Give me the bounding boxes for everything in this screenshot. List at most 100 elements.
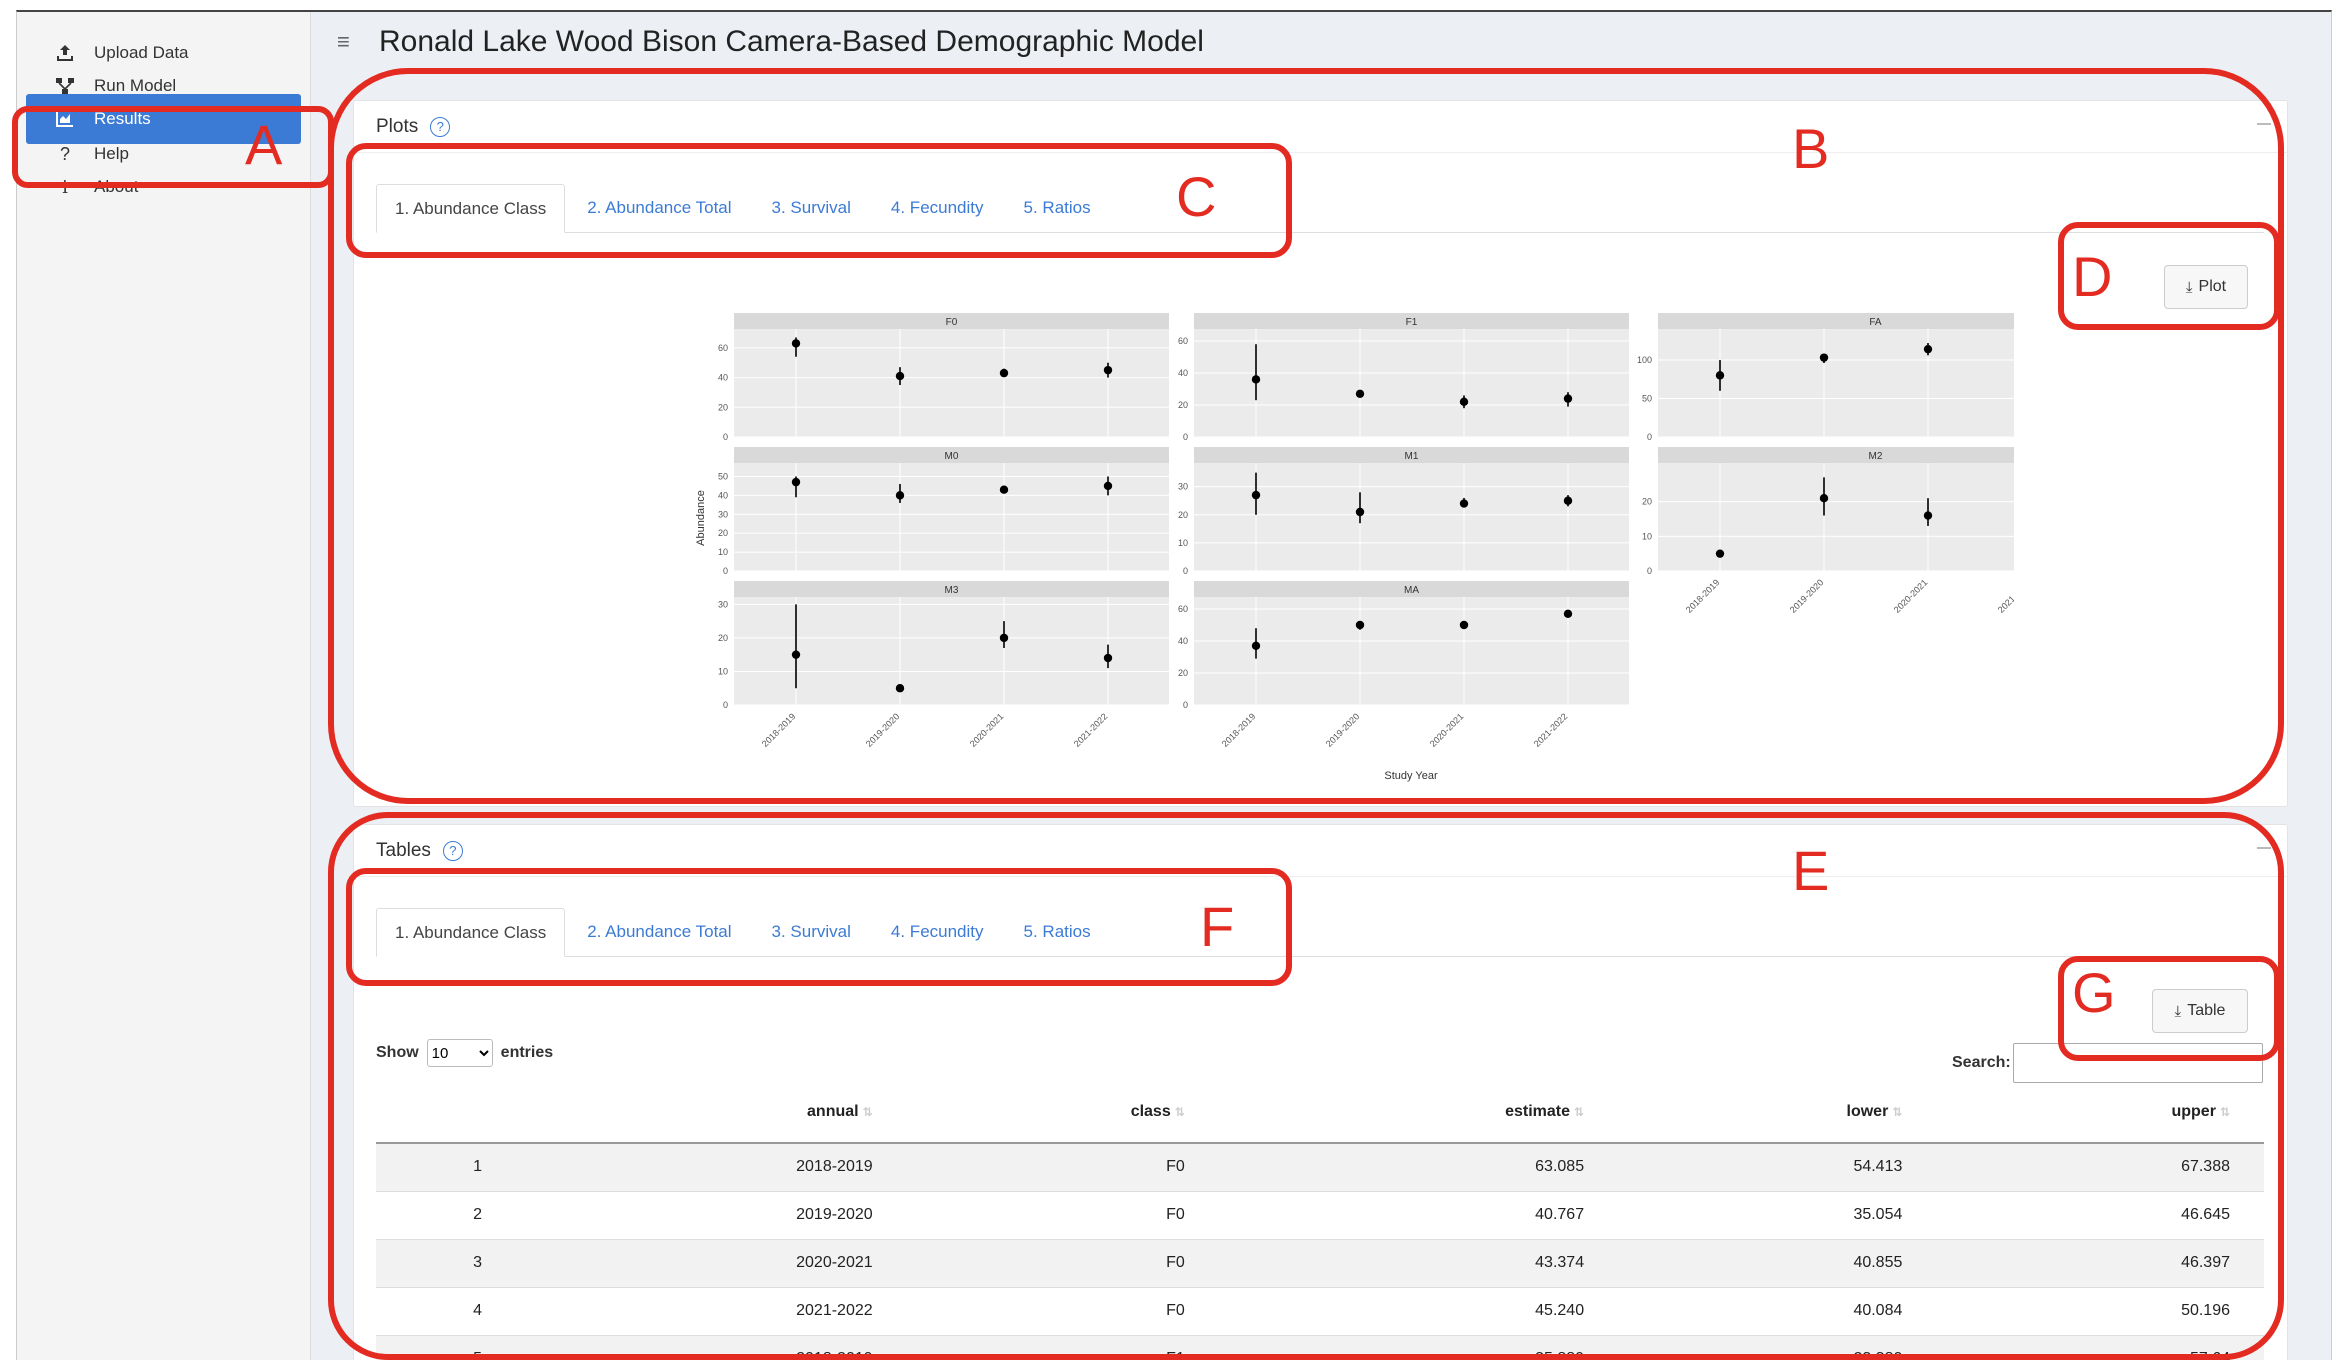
facet-strip bbox=[1658, 447, 2014, 463]
x-tick-label: 2018-2019 bbox=[1220, 711, 1258, 749]
table-cell-estimate: 63.085 bbox=[1218, 1143, 1619, 1192]
tab-survival[interactable]: 3. Survival bbox=[754, 184, 869, 232]
y-tick-label: 20 bbox=[718, 528, 728, 538]
search-input[interactable] bbox=[2013, 1043, 2263, 1083]
y-tick-label: 40 bbox=[718, 373, 728, 383]
data-point bbox=[1563, 496, 1573, 505]
sidebar-item-label: Help bbox=[94, 144, 129, 163]
table-row: 1 2018-2019 F0 63.085 54.413 67.388 bbox=[376, 1143, 2264, 1192]
collapse-icon[interactable] bbox=[2257, 123, 2271, 125]
results-table: annual ⇅ class ⇅ estimate ⇅ lower ⇅ upper ⇅ 1… bbox=[376, 1081, 2264, 1360]
sort-icon: ⇅ bbox=[2219, 1104, 2230, 1119]
data-point bbox=[1251, 490, 1261, 500]
entries-label: entries bbox=[500, 1044, 554, 1061]
download-icon: ⤓ bbox=[2174, 1002, 2182, 1020]
data-point bbox=[791, 650, 801, 659]
tables-box-title: Tables bbox=[376, 839, 431, 861]
tab-abundance-class[interactable]: 1. Abundance Class bbox=[376, 908, 566, 957]
plots-box-title: Plots bbox=[376, 115, 419, 137]
y-tick-label: 50 bbox=[1642, 393, 1652, 403]
data-point bbox=[1563, 609, 1573, 618]
x-tick-label: 2019-2020 bbox=[1324, 711, 1362, 749]
table-cell-class: F0 bbox=[906, 1191, 1219, 1240]
table-cell-class: F1 bbox=[906, 1335, 1219, 1360]
tables-box-header: Tables ? bbox=[354, 825, 2287, 877]
download-icon: ⤓ bbox=[2185, 278, 2193, 296]
y-tick-label: 0 bbox=[723, 566, 728, 576]
tab-ratios[interactable]: 5. Ratios bbox=[1006, 184, 1109, 232]
facet-label: M0 bbox=[945, 451, 959, 462]
column-header-class[interactable]: class ⇅ bbox=[906, 1081, 1219, 1144]
data-point bbox=[1923, 344, 1933, 354]
data-point bbox=[895, 684, 905, 693]
table-cell-index: 4 bbox=[376, 1287, 516, 1336]
column-header-lower[interactable]: lower ⇅ bbox=[1618, 1081, 1937, 1144]
column-header-annual[interactable]: annual ⇅ bbox=[516, 1081, 907, 1144]
sidebar: Upload Data Run Model Results ? Help i A… bbox=[17, 12, 311, 1360]
page-length-select[interactable]: 10 bbox=[426, 1039, 493, 1067]
sort-icon: ⇅ bbox=[1174, 1104, 1185, 1119]
tab-abundance-total[interactable]: 2. Abundance Total bbox=[569, 184, 749, 232]
x-tick-label: 2020-2021 bbox=[1428, 711, 1466, 749]
facet-label: M3 bbox=[945, 585, 959, 596]
download-table-label: Table bbox=[2187, 1002, 2226, 1019]
hamburger-icon[interactable]: ≡ bbox=[337, 29, 357, 55]
data-point bbox=[1563, 394, 1573, 403]
sort-icon: ⇅ bbox=[862, 1104, 873, 1119]
show-entries: Show 10 entries bbox=[376, 1039, 553, 1067]
data-point bbox=[791, 477, 801, 487]
help-circle-icon[interactable]: ? bbox=[430, 116, 451, 137]
data-point bbox=[1103, 481, 1113, 491]
table-cell-index: 2 bbox=[376, 1191, 516, 1240]
table-cell-annual: 2018-2019 bbox=[516, 1335, 907, 1360]
table-cell-upper: 46.645 bbox=[1936, 1191, 2264, 1240]
model-icon bbox=[50, 77, 80, 95]
download-plot-button[interactable]: ⤓ Plot bbox=[2164, 265, 2248, 309]
table-cell-lower: 35.054 bbox=[1618, 1191, 1937, 1240]
data-point bbox=[791, 339, 801, 348]
y-tick-label: 20 bbox=[1642, 497, 1652, 507]
y-tick-label: 10 bbox=[1642, 531, 1652, 541]
help-circle-icon[interactable]: ? bbox=[442, 840, 463, 861]
panel-background bbox=[1194, 597, 1629, 705]
y-tick-label: 20 bbox=[718, 633, 728, 643]
y-tick-label: 20 bbox=[1178, 400, 1188, 410]
table-cell-index: 3 bbox=[376, 1239, 516, 1288]
y-tick-label: 20 bbox=[718, 402, 728, 412]
y-tick-label: 20 bbox=[1178, 668, 1188, 678]
table-cell-estimate: 43.374 bbox=[1218, 1239, 1619, 1288]
column-header-upper[interactable]: upper ⇅ bbox=[1936, 1081, 2264, 1144]
column-header-estimate[interactable]: estimate ⇅ bbox=[1218, 1081, 1619, 1144]
annotation-label-d: D bbox=[2072, 245, 2113, 308]
y-axis-label: Abundance bbox=[695, 490, 707, 546]
show-label: Show bbox=[376, 1044, 419, 1061]
table-cell-lower: 40.855 bbox=[1618, 1239, 1937, 1288]
facet-label: FA bbox=[1869, 317, 1882, 328]
y-tick-label: 0 bbox=[1647, 432, 1652, 442]
collapse-icon[interactable] bbox=[2257, 847, 2271, 849]
facet-label: F0 bbox=[946, 317, 958, 328]
tab-ratios[interactable]: 5. Ratios bbox=[1006, 908, 1109, 956]
data-point bbox=[1103, 365, 1113, 375]
table-cell-lower: 40.084 bbox=[1618, 1287, 1937, 1336]
data-point bbox=[1251, 375, 1261, 384]
tab-fecundity[interactable]: 4. Fecundity bbox=[873, 908, 1002, 956]
data-point bbox=[1251, 641, 1261, 650]
y-tick-label: 60 bbox=[718, 343, 728, 353]
tab-survival[interactable]: 3. Survival bbox=[754, 908, 869, 956]
download-table-button[interactable]: ⤓ Table bbox=[2152, 989, 2248, 1033]
tab-fecundity[interactable]: 4. Fecundity bbox=[873, 184, 1002, 232]
data-point bbox=[1459, 397, 1469, 406]
y-tick-label: 20 bbox=[1178, 510, 1188, 520]
tab-abundance-total[interactable]: 2. Abundance Total bbox=[569, 908, 749, 956]
table-cell-class: F0 bbox=[906, 1287, 1219, 1336]
x-tick-label: 2021-2022 bbox=[1532, 711, 1570, 749]
x-tick-label: 2019-2020 bbox=[864, 711, 902, 749]
app-window: Upload Data Run Model Results ? Help i A… bbox=[16, 10, 2332, 1360]
tab-abundance-class[interactable]: 1. Abundance Class bbox=[376, 184, 566, 233]
tables-tabs: 1. Abundance Class 2. Abundance Total 3.… bbox=[376, 908, 2264, 957]
table-row: 3 2020-2021 F0 43.374 40.855 46.397 bbox=[376, 1239, 2264, 1288]
table-cell-upper: 50.196 bbox=[1936, 1287, 2264, 1336]
search-label: Search: bbox=[1952, 1054, 2011, 1071]
data-point bbox=[1459, 499, 1469, 508]
